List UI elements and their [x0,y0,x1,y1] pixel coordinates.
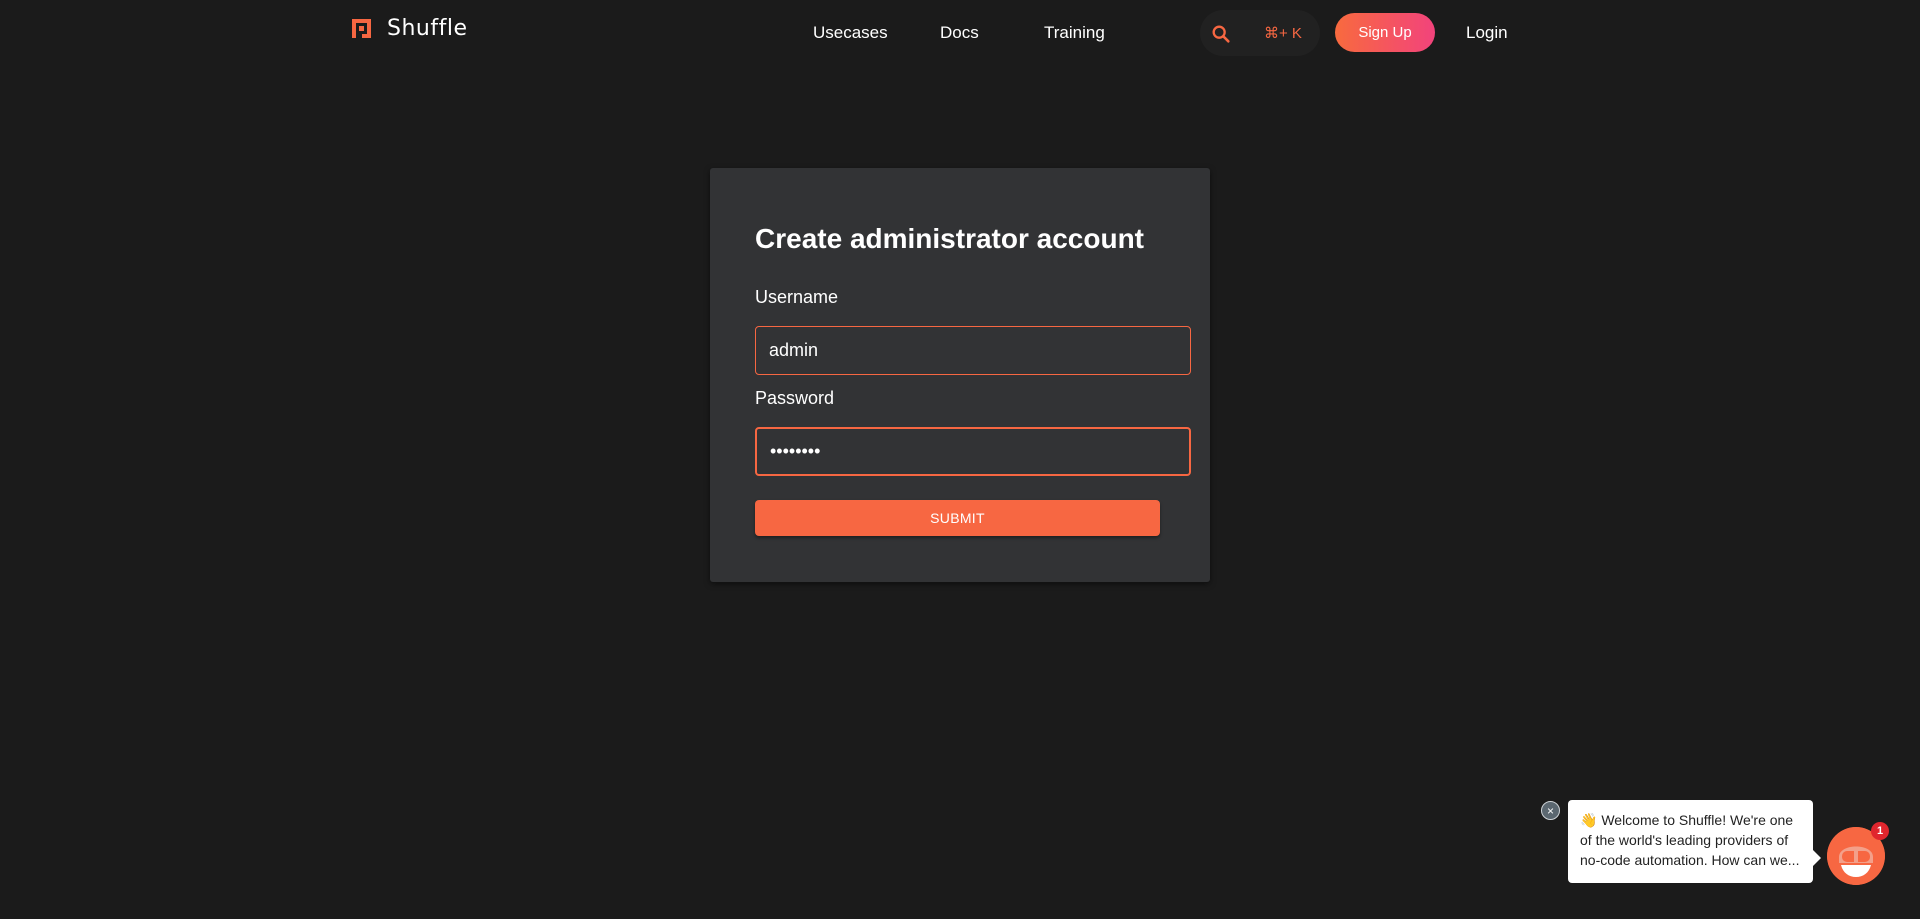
chat-unread-badge: 1 [1871,822,1889,840]
username-label: Username [755,287,839,307]
search-icon [1212,25,1230,43]
shuffle-logo-icon [352,19,371,38]
brand-name: Shuffle [387,16,468,41]
search-button[interactable]: ⌘+ K [1200,10,1320,56]
sign-up-button[interactable]: Sign Up [1335,13,1435,52]
chat-close-button[interactable]: × [1541,801,1560,820]
nav-usecases[interactable]: Usecases [813,23,888,43]
page-title: Create administrator account [755,223,1144,254]
password-input[interactable] [755,427,1191,476]
chat-welcome-message[interactable]: 👋 Welcome to Shuffle! We're one of the w… [1568,800,1821,883]
top-navigation-bar: Shuffle Usecases Docs Training ⌘+ K Sign… [0,0,1920,66]
submit-button[interactable]: SUBMIT [755,500,1160,536]
username-input[interactable] [755,326,1191,375]
admin-account-card: Create administrator account Username Pa… [710,168,1210,582]
search-shortcut-hint: ⌘+ K [1264,25,1302,42]
brand-logo[interactable]: Shuffle [350,16,468,41]
nav-docs[interactable]: Docs [940,23,979,43]
login-link[interactable]: Login [1466,23,1508,43]
password-label: Password [755,388,835,408]
nav-training[interactable]: Training [1044,23,1105,43]
